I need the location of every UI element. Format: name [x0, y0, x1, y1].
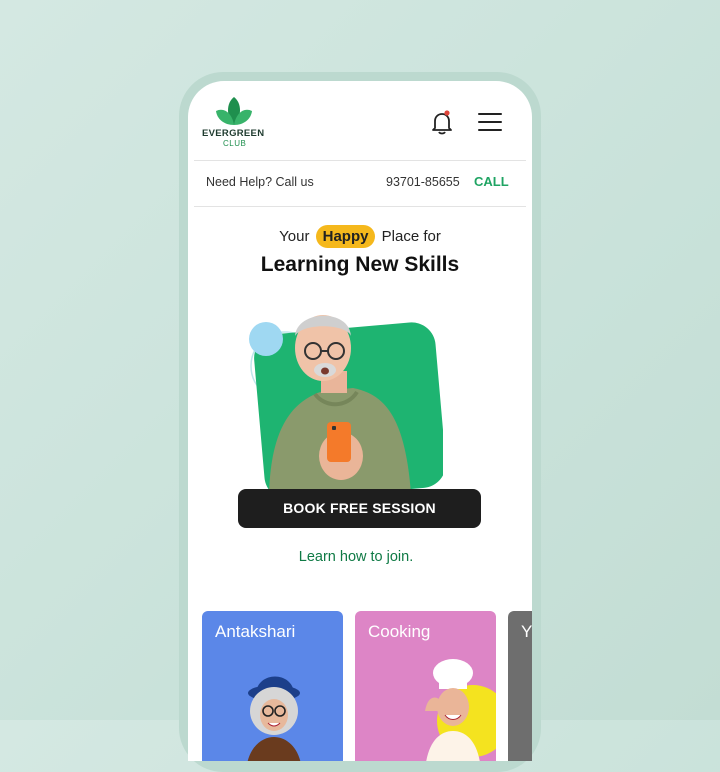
hamburger-menu-icon[interactable]: [478, 113, 502, 133]
tagline-before: Your: [279, 228, 310, 245]
hero-illustration: [243, 296, 446, 500]
hero-tagline: Your Happy Place for: [188, 225, 532, 248]
need-help-text: Need Help? Call us: [206, 175, 314, 189]
logo-text-primary: EVERGREEN: [202, 128, 265, 139]
book-free-session-button[interactable]: BOOK FREE SESSION: [238, 489, 481, 528]
phone-number[interactable]: 93701-85655: [386, 175, 460, 189]
tagline-after: Place for: [381, 228, 441, 245]
learn-how-to-join-link[interactable]: Learn how to join.: [188, 549, 524, 565]
app-screen: EVERGREEN CLUB Need Help? Call us 93701-…: [188, 81, 532, 761]
tagline-highlight: Happy: [315, 225, 376, 248]
cooking-person-image: [425, 659, 496, 761]
hero-person-image: [249, 315, 446, 500]
notification-button[interactable]: [428, 109, 456, 137]
header-divider: [194, 160, 526, 161]
hero-headline: Learning New Skills: [260, 253, 460, 276]
card-title: Y: [521, 622, 532, 641]
activity-card-cooking[interactable]: Cooking: [355, 611, 496, 761]
antakshari-person-image: [247, 676, 301, 761]
activity-card-antakshari[interactable]: Antakshari: [202, 611, 343, 761]
call-link[interactable]: CALL: [474, 174, 509, 189]
logo-text-secondary: CLUB: [223, 139, 247, 148]
activity-card-partial[interactable]: Y: [508, 611, 532, 761]
helpbar-divider: [194, 206, 526, 207]
bell-icon: [432, 110, 452, 135]
evergreen-logo[interactable]: EVERGREEN CLUB: [202, 95, 266, 151]
leaf-logo-icon: [216, 97, 252, 125]
